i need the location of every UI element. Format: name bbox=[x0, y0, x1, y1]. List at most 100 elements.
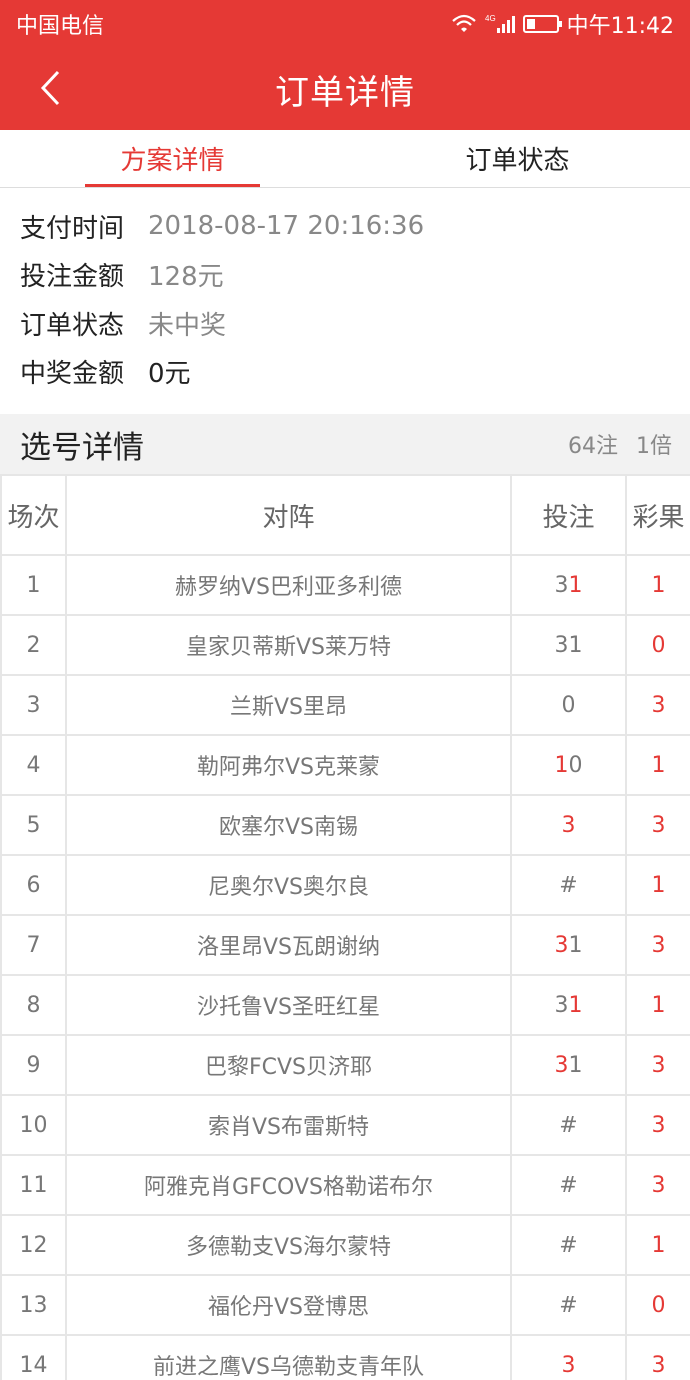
round-cell: 4 bbox=[0, 734, 67, 796]
table-row: 1 赫罗纳VS巴利亚多利德 31 1 bbox=[0, 554, 690, 616]
selection-header: 选号详情 64注 1倍 bbox=[0, 414, 690, 474]
bet-option: 3 bbox=[554, 1052, 569, 1078]
col-header-result: 彩果 bbox=[625, 474, 690, 556]
bet-option: 1 bbox=[568, 572, 583, 598]
match-cell: 索肖VS布雷斯特 bbox=[65, 1094, 512, 1156]
result-cell: 1 bbox=[625, 554, 690, 616]
match-cell: 皇家贝蒂斯VS莱万特 bbox=[65, 614, 512, 676]
table-row: 6 尼奥尔VS奥尔良 #1 bbox=[0, 854, 690, 916]
status-icons: 4G 中午11:42 bbox=[451, 8, 674, 40]
bet-cell: 0 bbox=[510, 674, 627, 736]
section-title: 选号详情 bbox=[20, 429, 144, 466]
info-value: 128元 bbox=[148, 262, 224, 293]
multiple-label: 1倍 bbox=[636, 434, 672, 459]
table-row: 7 洛里昂VS瓦朗谢纳 31 3 bbox=[0, 914, 690, 976]
round-cell: 7 bbox=[0, 914, 67, 976]
back-button[interactable] bbox=[30, 66, 70, 110]
table-row: 12 多德勒支VS海尔蒙特 #1 bbox=[0, 1214, 690, 1276]
bet-cell: 3 bbox=[510, 794, 627, 856]
info-row-bet-amount: 投注金额 128元 bbox=[20, 251, 670, 300]
bet-option: 1 bbox=[554, 752, 569, 778]
bet-cell: 31 bbox=[510, 914, 627, 976]
round-cell: 13 bbox=[0, 1274, 67, 1336]
table-row: 9 巴黎FCVS贝济耶 31 3 bbox=[0, 1034, 690, 1096]
bet-option: # bbox=[559, 1112, 578, 1138]
result-cell: 0 bbox=[625, 1274, 690, 1336]
selection-table: 场次 对阵 投注 彩果 1 赫罗纳VS巴利亚多利德 31 1 2 皇家贝蒂斯VS莱万特 31… bbox=[0, 474, 690, 1380]
bet-option: 3 bbox=[554, 632, 569, 658]
round-cell: 1 bbox=[0, 554, 67, 616]
bet-option: # bbox=[559, 1232, 578, 1258]
round-cell: 3 bbox=[0, 674, 67, 736]
info-value: 2018-08-17 20:16:36 bbox=[148, 211, 425, 242]
tab-plan-details[interactable]: 方案详情 bbox=[0, 130, 345, 187]
col-header-match: 对阵 bbox=[65, 474, 512, 556]
table-row: 8 沙托鲁VS圣旺红星 31 1 bbox=[0, 974, 690, 1036]
match-cell: 欧塞尔VS南锡 bbox=[65, 794, 512, 856]
round-cell: 6 bbox=[0, 854, 67, 916]
info-label: 中奖金额 bbox=[20, 359, 125, 390]
chevron-left-icon bbox=[40, 70, 60, 106]
result-cell: 1 bbox=[625, 974, 690, 1036]
bet-cell: # bbox=[510, 1214, 627, 1276]
signal-icon: 4G bbox=[485, 13, 515, 35]
battery-icon bbox=[522, 15, 562, 33]
info-row-win-amount: 中奖金额 0元 bbox=[20, 348, 670, 397]
result-cell: 1 bbox=[625, 734, 690, 796]
bet-cell: 31 bbox=[510, 1034, 627, 1096]
result-cell: 3 bbox=[625, 1154, 690, 1216]
result-cell: 3 bbox=[625, 1034, 690, 1096]
order-info: 支付时间 2018-08-17 20:16:36 投注金额 128元 订单状态 … bbox=[0, 188, 690, 404]
table-row: 11 阿雅克肖GFCOVS格勒诺布尔 #3 bbox=[0, 1154, 690, 1216]
match-cell: 勒阿弗尔VS克莱蒙 bbox=[65, 734, 512, 796]
table-row: 2 皇家贝蒂斯VS莱万特 31 0 bbox=[0, 614, 690, 676]
bet-cell: 3 bbox=[510, 1334, 627, 1380]
bet-option: 3 bbox=[554, 572, 569, 598]
match-cell: 福伦丹VS登博思 bbox=[65, 1274, 512, 1336]
table-row: 13 福伦丹VS登博思 #0 bbox=[0, 1274, 690, 1336]
info-label: 订单状态 bbox=[20, 310, 125, 341]
bet-cell: # bbox=[510, 1094, 627, 1156]
info-label: 支付时间 bbox=[20, 213, 125, 244]
bet-cell: 31 bbox=[510, 554, 627, 616]
bet-option: 1 bbox=[568, 992, 583, 1018]
info-value: 未中奖 bbox=[148, 310, 227, 341]
carrier-label: 中国电信 bbox=[16, 14, 105, 39]
round-cell: 2 bbox=[0, 614, 67, 676]
bet-option: # bbox=[559, 872, 578, 898]
round-cell: 5 bbox=[0, 794, 67, 856]
table-row: 3 兰斯VS里昂 0 3 bbox=[0, 674, 690, 736]
info-value: 0元 bbox=[148, 359, 191, 390]
bet-count: 64注 bbox=[568, 434, 618, 459]
result-cell: 3 bbox=[625, 674, 690, 736]
bet-option: 1 bbox=[568, 1052, 583, 1078]
col-header-round: 场次 bbox=[0, 474, 67, 556]
page-title: 订单详情 bbox=[275, 72, 415, 113]
bet-option: 3 bbox=[561, 812, 576, 838]
match-cell: 多德勒支VS海尔蒙特 bbox=[65, 1214, 512, 1276]
title-bar: 订单详情 bbox=[0, 48, 690, 130]
bet-option: # bbox=[559, 1292, 578, 1318]
result-cell: 0 bbox=[625, 614, 690, 676]
bet-option: 0 bbox=[568, 752, 583, 778]
result-cell: 3 bbox=[625, 914, 690, 976]
round-cell: 9 bbox=[0, 1034, 67, 1096]
result-cell: 3 bbox=[625, 1334, 690, 1380]
round-cell: 11 bbox=[0, 1154, 67, 1216]
match-cell: 洛里昂VS瓦朗谢纳 bbox=[65, 914, 512, 976]
bet-cell: 31 bbox=[510, 614, 627, 676]
bet-option: 1 bbox=[568, 932, 583, 958]
round-cell: 8 bbox=[0, 974, 67, 1036]
bet-cell: # bbox=[510, 1274, 627, 1336]
bet-option: 3 bbox=[561, 1352, 576, 1378]
tab-bar: 方案详情 订单状态 bbox=[0, 130, 690, 188]
table-row: 5 欧塞尔VS南锡 3 3 bbox=[0, 794, 690, 856]
bet-cell: # bbox=[510, 854, 627, 916]
wifi-icon bbox=[451, 14, 477, 34]
match-cell: 沙托鲁VS圣旺红星 bbox=[65, 974, 512, 1036]
match-cell: 巴黎FCVS贝济耶 bbox=[65, 1034, 512, 1096]
bet-cell: 10 bbox=[510, 734, 627, 796]
tab-order-status[interactable]: 订单状态 bbox=[345, 130, 690, 187]
bet-cell: 31 bbox=[510, 974, 627, 1036]
bet-option: 1 bbox=[568, 632, 583, 658]
